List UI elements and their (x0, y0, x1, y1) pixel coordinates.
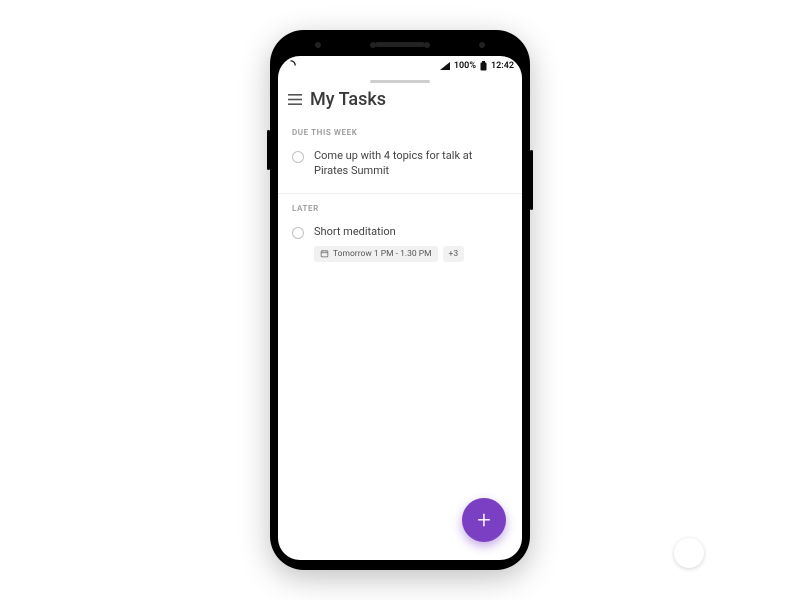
schedule-chip-label: Tomorrow 1 PM - 1.30 PM (333, 249, 432, 259)
pull-handle[interactable] (370, 80, 430, 83)
section-label-later: LATER (278, 194, 522, 217)
status-bar: 100% 12:42 (278, 56, 522, 76)
calendar-icon (320, 249, 329, 258)
signal-icon (440, 62, 450, 70)
screen: 100% 12:42 My Tasks DUE THIS WEEK (278, 56, 522, 560)
loading-icon (286, 60, 296, 73)
task-row[interactable]: Short meditation Tomorrow 1 PM - 1.30 PM… (278, 217, 522, 270)
task-title: Short meditation (314, 225, 508, 240)
add-task-fab[interactable]: + (462, 498, 506, 542)
section-label-due-this-week: DUE THIS WEEK (278, 118, 522, 141)
task-row[interactable]: Come up with 4 topics for talk at Pirate… (278, 141, 522, 187)
cursor-indicator (674, 538, 704, 568)
phone-frame: 100% 12:42 My Tasks DUE THIS WEEK (270, 30, 530, 570)
more-chip[interactable]: +3 (443, 246, 465, 262)
page-title: My Tasks (310, 89, 386, 110)
schedule-chip[interactable]: Tomorrow 1 PM - 1.30 PM (314, 246, 438, 262)
task-title: Come up with 4 topics for talk at Pirate… (314, 149, 508, 179)
task-complete-toggle[interactable] (292, 151, 304, 163)
header: My Tasks (278, 89, 522, 118)
hamburger-icon[interactable] (288, 94, 302, 105)
battery-percent: 100% (454, 61, 476, 71)
more-chip-label: +3 (449, 249, 459, 259)
clock: 12:42 (491, 61, 514, 71)
phone-speaker (375, 42, 425, 47)
plus-icon: + (477, 508, 491, 532)
battery-icon (480, 61, 487, 71)
task-complete-toggle[interactable] (292, 227, 304, 239)
